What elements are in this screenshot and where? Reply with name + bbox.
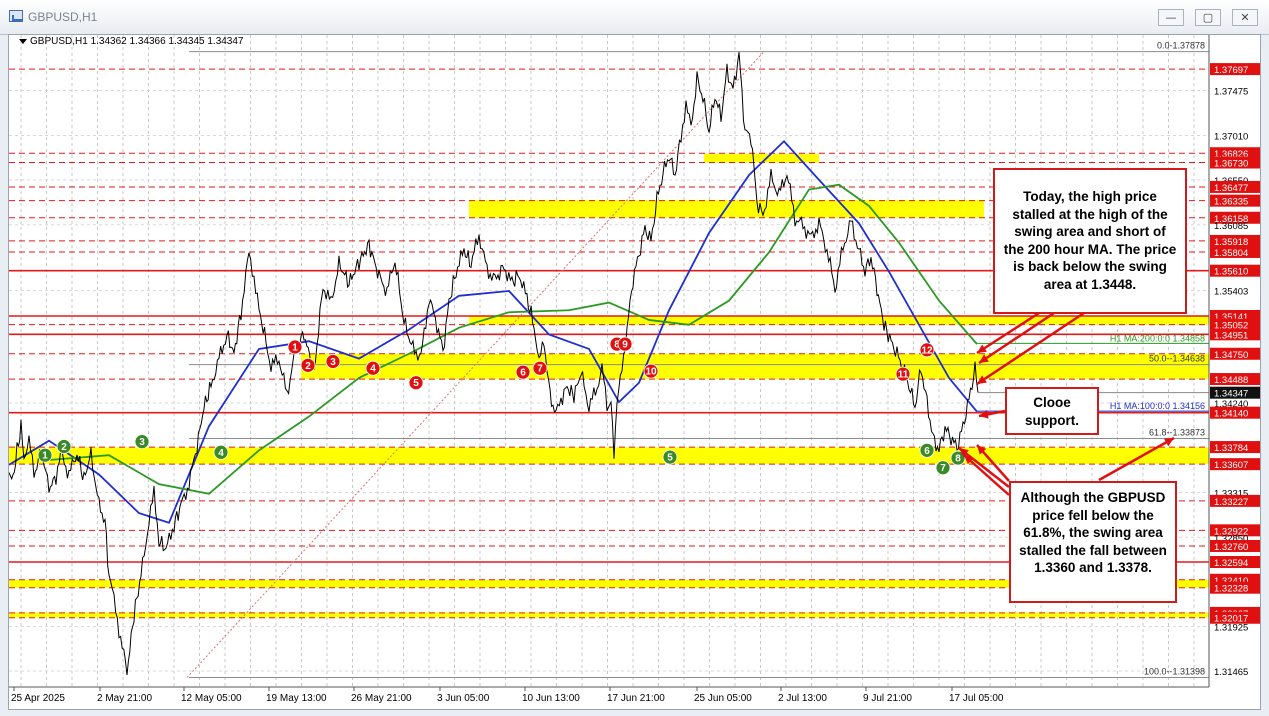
- fib-level-label: 61.8--1.33873: [1149, 427, 1205, 437]
- price-tag: 1.35804: [1214, 248, 1248, 259]
- chart-ohlc-label: GBPUSD,H1 1.34362 1.34366 1.34345 1.3434…: [30, 36, 244, 47]
- red-swing-marker-label: 10: [645, 367, 657, 378]
- price-tag: 1.33227: [1214, 497, 1248, 508]
- price-tag: 1.32760: [1214, 542, 1248, 553]
- time-axis-label: 10 Jun 13:00: [522, 693, 580, 704]
- green-swing-marker-label: 3: [139, 437, 145, 448]
- time-axis-label: 17 Jun 21:00: [607, 693, 665, 704]
- red-swing-marker-label: 5: [413, 378, 419, 389]
- chart-canvas: 0.0-1.37878 50.0--1.34638 61.8--1.33873 100…: [9, 35, 1260, 709]
- red-swing-marker-label: 1: [292, 342, 298, 353]
- annotation-fib-retrace: Although the GBPUSD price fell below the…: [1009, 481, 1177, 603]
- ma200-label: H1 MA:200:0:0 1.34858: [1110, 333, 1205, 343]
- ma100-label: H1 MA:100:0:0 1.34156: [1110, 401, 1205, 411]
- price-tag: 1.36730: [1214, 159, 1248, 170]
- window-titlebar: GBPUSD,H1 — ▢ ✕: [0, 0, 1269, 35]
- swing-zone: [9, 447, 1209, 464]
- fib-level-label: 50.0--1.34638: [1149, 354, 1205, 364]
- price-tag: 1.36477: [1214, 183, 1248, 194]
- window-title: GBPUSD,H1: [28, 10, 98, 24]
- green-swing-marker-label: 5: [667, 453, 673, 464]
- red-swing-marker-label: 2: [305, 361, 311, 372]
- time-axis-label: 17 Jul 05:00: [949, 693, 1004, 704]
- price-tag: 1.34140: [1214, 409, 1248, 420]
- green-swing-marker-label: 8: [955, 454, 961, 465]
- fib-level-label: 100.0--1.31398: [1144, 667, 1205, 677]
- price-axis-label: 1.37475: [1214, 87, 1248, 98]
- price-tag: 1.32594: [1214, 558, 1248, 569]
- price-tag: 1.33784: [1214, 443, 1248, 454]
- price-tag: 1.32328: [1214, 584, 1248, 595]
- price-axis-label: 1.36085: [1214, 221, 1248, 232]
- red-swing-marker-label: 9: [622, 340, 628, 351]
- price-axis-label: 1.37010: [1214, 131, 1248, 142]
- green-swing-marker-label: 2: [61, 442, 67, 453]
- green-swing-marker-label: 4: [218, 448, 224, 459]
- red-swing-marker-label: 7: [537, 364, 543, 375]
- maximize-button[interactable]: ▢: [1195, 9, 1221, 26]
- annotation-high-price: Today, the high price stalled at the hig…: [993, 168, 1187, 314]
- green-swing-marker-label: 1: [42, 451, 48, 462]
- swing-zone: [469, 316, 1209, 325]
- price-tag: 1.34951: [1214, 330, 1248, 341]
- price-tag: 1.34750: [1214, 350, 1248, 361]
- price-tag: 1.35610: [1214, 267, 1248, 278]
- red-swing-marker-label: 12: [921, 345, 933, 356]
- fib-level-label: 0.0-1.37878: [1157, 41, 1205, 51]
- red-swing-marker-label: 4: [370, 364, 376, 375]
- price-axis-label: 1.31465: [1214, 667, 1248, 678]
- price-chart[interactable]: 0.0-1.37878 50.0--1.34638 61.8--1.33873 100…: [8, 34, 1261, 710]
- price-tag: 1.36335: [1214, 197, 1248, 208]
- chart-app-icon: [9, 10, 23, 22]
- chart-info-bar: GBPUSD,H1 1.34362 1.34366 1.34345 1.3434…: [19, 36, 244, 47]
- red-swing-marker-label: 3: [330, 357, 336, 368]
- time-axis-label: 2 Jul 13:00: [778, 693, 827, 704]
- price-tag: 1.34488: [1214, 375, 1248, 386]
- time-axis-label: 9 Jul 21:00: [863, 693, 912, 704]
- price-axis-label: 1.35403: [1214, 287, 1248, 298]
- time-axis-label: 19 May 13:00: [266, 693, 327, 704]
- swing-zone: [301, 353, 1209, 379]
- price-axis-label: 1.31925: [1214, 623, 1248, 634]
- time-axis-label: 12 May 05:00: [181, 693, 242, 704]
- time-axis-label: 25 Jun 05:00: [694, 693, 752, 704]
- green-swing-marker-label: 6: [924, 446, 930, 457]
- time-axis-label: 2 May 21:00: [97, 693, 152, 704]
- dropdown-triangle-icon[interactable]: [19, 38, 27, 44]
- close-button[interactable]: ✕: [1232, 9, 1258, 26]
- price-tag: 1.37697: [1214, 65, 1248, 76]
- red-swing-marker-label: 11: [898, 370, 909, 381]
- green-swing-marker-label: 7: [940, 463, 946, 474]
- time-axis-label: 25 Apr 2025: [11, 693, 65, 704]
- time-axis-label: 26 May 21:00: [351, 693, 412, 704]
- minimize-button[interactable]: —: [1158, 9, 1184, 26]
- annotation-support: Clooe support.: [1005, 387, 1099, 435]
- time-axis-label: 3 Jun 05:00: [437, 693, 490, 704]
- red-swing-marker-label: 6: [520, 368, 526, 379]
- price-tag: 1.33607: [1214, 460, 1248, 471]
